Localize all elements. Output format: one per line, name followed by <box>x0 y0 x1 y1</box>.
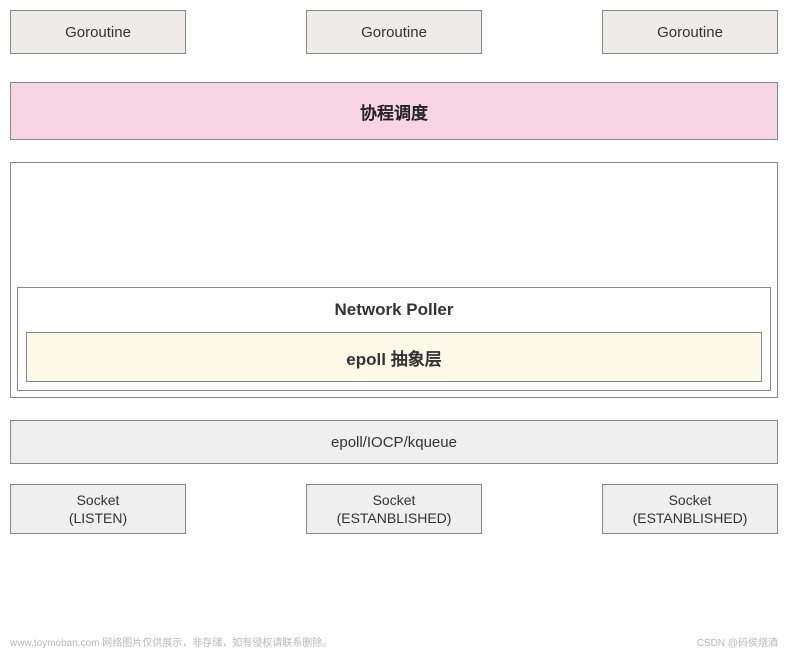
socket-state: (LISTEN) <box>69 509 127 527</box>
socket-row: Socket (LISTEN) Socket (ESTANBLISHED) So… <box>10 484 778 534</box>
network-poller-title: Network Poller <box>26 300 762 320</box>
goroutine-box-3: Goroutine <box>602 10 778 54</box>
socket-box-established-1: Socket (ESTANBLISHED) <box>306 484 482 534</box>
runtime-spacer <box>17 169 771 287</box>
socket-name: Socket <box>669 491 712 509</box>
epoll-abstract-label: epoll 抽象层 <box>346 345 441 370</box>
socket-state: (ESTANBLISHED) <box>337 509 452 527</box>
socket-state: (ESTANBLISHED) <box>633 509 748 527</box>
runtime-container: Network Poller epoll 抽象层 <box>10 162 778 398</box>
socket-box-listen: Socket (LISTEN) <box>10 484 186 534</box>
watermark-left: www.toymoban.com 网络图片仅供展示，非存储，如有侵权请联系删除。 <box>10 634 332 649</box>
socket-box-established-2: Socket (ESTANBLISHED) <box>602 484 778 534</box>
goroutine-label: Goroutine <box>361 24 427 41</box>
network-poller-box: Network Poller epoll 抽象层 <box>17 287 771 391</box>
scheduler-label: 协程调度 <box>360 99 428 124</box>
watermark-right: CSDN @码侯烧酒 <box>697 634 778 649</box>
os-layer-box: epoll/IOCP/kqueue <box>10 420 778 464</box>
goroutine-row: Goroutine Goroutine Goroutine <box>10 10 778 54</box>
goroutine-label: Goroutine <box>657 24 723 41</box>
goroutine-box-2: Goroutine <box>306 10 482 54</box>
watermark-row: www.toymoban.com 网络图片仅供展示，非存储，如有侵权请联系删除。… <box>10 634 778 649</box>
goroutine-box-1: Goroutine <box>10 10 186 54</box>
epoll-abstract-box: epoll 抽象层 <box>26 332 762 382</box>
socket-name: Socket <box>77 491 120 509</box>
goroutine-label: Goroutine <box>65 24 131 41</box>
socket-name: Socket <box>373 491 416 509</box>
os-layer-label: epoll/IOCP/kqueue <box>331 434 457 451</box>
scheduler-box: 协程调度 <box>10 82 778 140</box>
